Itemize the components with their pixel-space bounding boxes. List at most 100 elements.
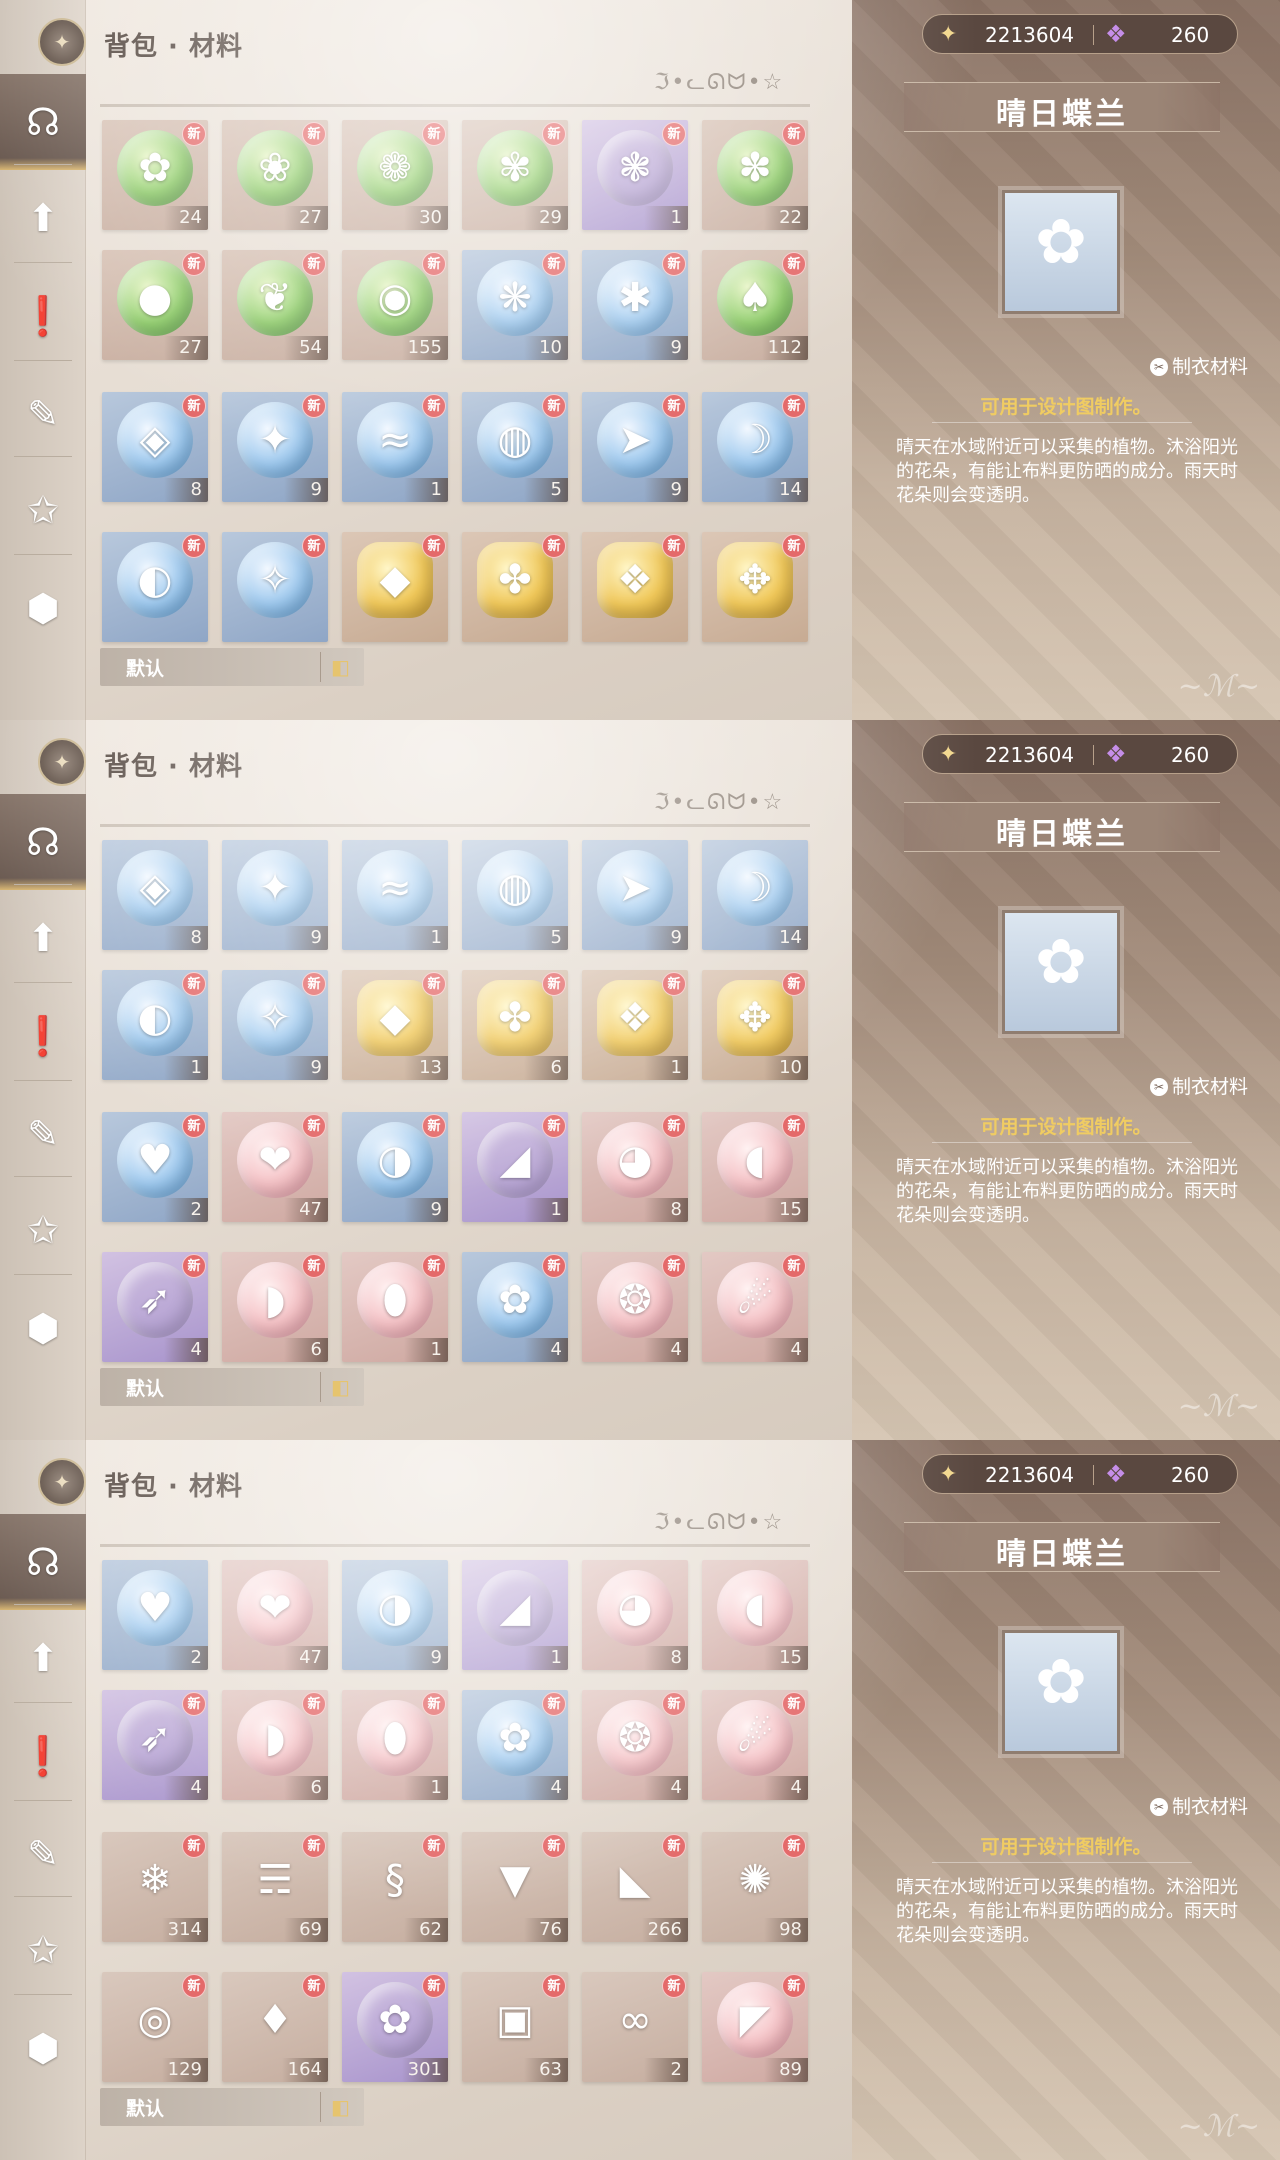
material-slot[interactable]: ♥ 2 新 [102, 1112, 208, 1222]
material-slot[interactable]: ♥ 2 [102, 1560, 208, 1670]
gem-icon[interactable]: ❖ [1105, 20, 1127, 48]
material-slot[interactable]: ❤ 47 新 [222, 1112, 328, 1222]
material-slot[interactable]: ➤ 9 [582, 840, 688, 950]
material-slot[interactable]: ◐ 1 新 [102, 970, 208, 1080]
material-slot[interactable]: ◉ 155 新 [342, 250, 448, 360]
rail-tab-crystal[interactable]: ✎ [0, 1086, 86, 1182]
material-slot[interactable]: ⬮ 1 新 [342, 1690, 448, 1800]
material-slot[interactable]: ◗ 6 新 [222, 1690, 328, 1800]
material-slot[interactable]: ✾ 29 新 [462, 120, 568, 230]
material-slot[interactable]: ◕ 8 新 [582, 1112, 688, 1222]
material-slot[interactable]: ◕ 8 [582, 1560, 688, 1670]
material-slot[interactable]: ✤ 新 [462, 532, 568, 642]
material-slot[interactable]: ✦ 9 新 [222, 392, 328, 502]
rail-tab-quest[interactable]: ❗ [0, 1708, 86, 1804]
material-slot[interactable]: ◤ 89 新 [702, 1972, 808, 2082]
material-slot[interactable]: ☄ 4 新 [702, 1690, 808, 1800]
material-slot[interactable]: ✿ 4 新 [462, 1252, 568, 1362]
material-slot[interactable]: ◑ 9 新 [342, 1112, 448, 1222]
material-slot[interactable]: ❦ 54 新 [222, 250, 328, 360]
material-slot[interactable]: ≈1 [342, 840, 448, 950]
material-slot[interactable]: ✤ 6 新 [462, 970, 568, 1080]
material-slot[interactable]: ◎ 129 新 [102, 1972, 208, 2082]
material-slot[interactable]: ≈1 新 [342, 392, 448, 502]
material-slot[interactable]: ◗ 6 新 [222, 1252, 328, 1362]
material-slot[interactable]: ❂ 4 新 [582, 1690, 688, 1800]
sort-bar[interactable]: 默认 ◧ [100, 648, 364, 686]
material-slot[interactable]: ➤ 9 新 [582, 392, 688, 502]
material-slot[interactable]: ❋ 10 新 [462, 250, 568, 360]
material-slot[interactable]: ✿ 24 新 [102, 120, 208, 230]
rail-tab-box[interactable]: ⬢ [0, 1280, 86, 1376]
material-slot[interactable]: ✧ 新 [222, 532, 328, 642]
material-slot[interactable]: ☽ 14 新 [702, 392, 808, 502]
material-slot[interactable]: ◆ 13 新 [342, 970, 448, 1080]
material-slot[interactable]: ❄ 314 新 [102, 1832, 208, 1942]
sort-bar[interactable]: 默认 ◧ [100, 2088, 364, 2126]
material-slot[interactable]: ⬮ 1 新 [342, 1252, 448, 1362]
material-slot[interactable]: ☽ 14 [702, 840, 808, 950]
rail-tab-quest[interactable]: ❗ [0, 268, 86, 364]
rail-tab-favorite[interactable]: ✩ [0, 1902, 86, 1998]
material-slot[interactable]: ✱ 9 新 [582, 250, 688, 360]
material-slot[interactable]: ❃ 1 新 [582, 120, 688, 230]
rail-tab-material[interactable]: ☊ [0, 794, 86, 890]
material-slot[interactable]: ◆ 新 [342, 532, 448, 642]
material-slot[interactable]: ❀ 27 新 [222, 120, 328, 230]
material-slot[interactable]: ✿ 4 新 [462, 1690, 568, 1800]
rail-tab-box[interactable]: ⬢ [0, 2000, 86, 2096]
sort-toggle-icon[interactable]: ◧ [320, 1372, 360, 1402]
gem-icon[interactable]: ❖ [1105, 740, 1127, 768]
material-slot[interactable]: ➶ 4 新 [102, 1690, 208, 1800]
back-logo-icon[interactable]: ✦ [38, 738, 86, 786]
material-slot[interactable]: ◖ 15 [702, 1560, 808, 1670]
rail-tab-favorite[interactable]: ✩ [0, 1182, 86, 1278]
rail-tab-material[interactable]: ☊ [0, 1514, 86, 1610]
material-slot[interactable]: ◍ 5 新 [462, 392, 568, 502]
material-slot[interactable]: ❖ 1 新 [582, 970, 688, 1080]
back-logo-icon[interactable]: ✦ [38, 1458, 86, 1506]
material-slot[interactable]: ♦ 164 新 [222, 1972, 328, 2082]
rail-tab-crystal[interactable]: ✎ [0, 1806, 86, 1902]
material-slot[interactable]: ❤ 47 [222, 1560, 328, 1670]
material-slot[interactable]: ➶ 4 新 [102, 1252, 208, 1362]
sort-bar[interactable]: 默认 ◧ [100, 1368, 364, 1406]
material-slot[interactable]: ◢ 1 [462, 1560, 568, 1670]
material-slot[interactable]: ♠ 112 新 [702, 250, 808, 360]
material-slot[interactable]: ✥ 新 [702, 532, 808, 642]
rail-tab-upgrade[interactable]: ⬆ [0, 890, 86, 986]
material-slot[interactable]: ▼ 76 新 [462, 1832, 568, 1942]
material-slot[interactable]: ◍ 5 [462, 840, 568, 950]
material-slot[interactable]: ● 27 新 [102, 250, 208, 360]
sort-toggle-icon[interactable]: ◧ [320, 652, 360, 682]
material-slot[interactable]: ✧ 9 新 [222, 970, 328, 1080]
material-slot[interactable]: ✿ 301 新 [342, 1972, 448, 2082]
rail-tab-upgrade[interactable]: ⬆ [0, 1610, 86, 1706]
back-logo-icon[interactable]: ✦ [38, 18, 86, 66]
material-slot[interactable]: ❖ 新 [582, 532, 688, 642]
gem-icon[interactable]: ❖ [1105, 1460, 1127, 1488]
material-slot[interactable]: ◣ 266 新 [582, 1832, 688, 1942]
material-slot[interactable]: ✦ 9 [222, 840, 328, 950]
rail-tab-quest[interactable]: ❗ [0, 988, 86, 1084]
material-slot[interactable]: ∞ 2 新 [582, 1972, 688, 2082]
material-slot[interactable]: ◖ 15 新 [702, 1112, 808, 1222]
material-slot[interactable]: ◈ 8 新 [102, 392, 208, 502]
material-slot[interactable]: ◈ 8 [102, 840, 208, 950]
material-slot[interactable]: ▣ 63 新 [462, 1972, 568, 2082]
rail-tab-crystal[interactable]: ✎ [0, 366, 86, 462]
rail-tab-box[interactable]: ⬢ [0, 560, 86, 656]
material-slot[interactable]: ◑ 9 [342, 1560, 448, 1670]
material-slot[interactable]: ✥ 10 新 [702, 970, 808, 1080]
material-slot[interactable]: ✺ 98 新 [702, 1832, 808, 1942]
material-slot[interactable]: ◢ 1 新 [462, 1112, 568, 1222]
material-slot[interactable]: ❁ 30 新 [342, 120, 448, 230]
material-slot[interactable]: § 62 新 [342, 1832, 448, 1942]
rail-tab-upgrade[interactable]: ⬆ [0, 170, 86, 266]
material-slot[interactable]: ☴ 69 新 [222, 1832, 328, 1942]
material-slot[interactable]: ✽ 22 新 [702, 120, 808, 230]
material-slot[interactable]: ❂ 4 新 [582, 1252, 688, 1362]
material-slot[interactable]: ☄ 4 新 [702, 1252, 808, 1362]
rail-tab-favorite[interactable]: ✩ [0, 462, 86, 558]
rail-tab-material[interactable]: ☊ [0, 74, 86, 170]
